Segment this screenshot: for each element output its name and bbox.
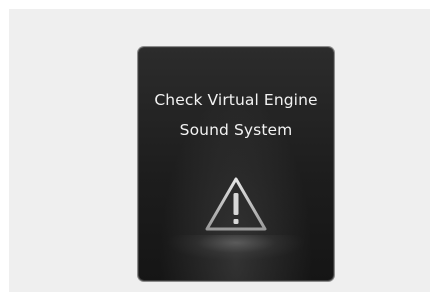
warning-triangle-icon bbox=[205, 177, 267, 231]
warning-message-line-1: Check Virtual Engine bbox=[154, 91, 318, 109]
cluster-warning-panel: Check Virtual Engine Sound System bbox=[138, 47, 334, 281]
display-backdrop: Check Virtual Engine Sound System bbox=[9, 9, 430, 292]
icon-reflection bbox=[166, 235, 306, 261]
warning-message: Check Virtual Engine Sound System bbox=[138, 85, 334, 145]
warning-message-line-2: Sound System bbox=[179, 121, 293, 139]
